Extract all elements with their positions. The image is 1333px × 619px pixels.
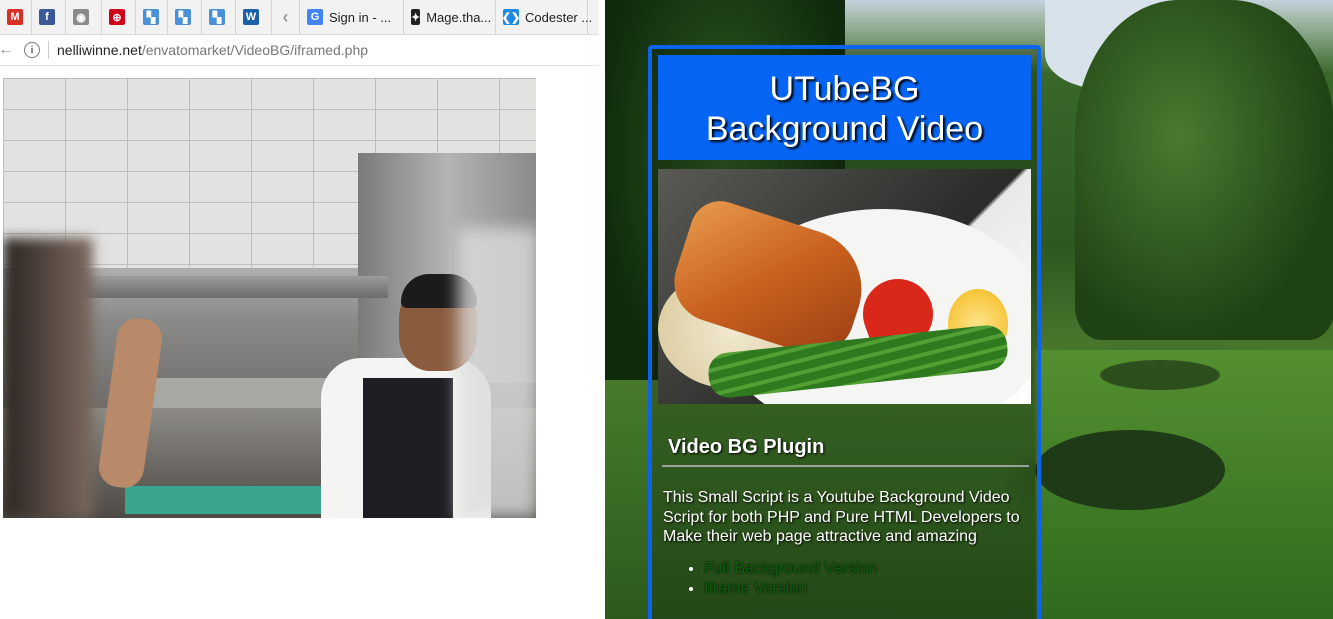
address-separator <box>48 41 49 59</box>
bookmark-item[interactable]: ✦ Mage.tha... <box>404 0 496 34</box>
bookmark-item[interactable]: ⊕ <box>102 0 136 34</box>
puzzle-icon: ▚ <box>143 9 159 25</box>
video-blurred-person <box>3 238 93 518</box>
list-item: Full Background Version <box>704 559 877 579</box>
back-arrow-icon[interactable]: ← <box>0 41 14 59</box>
bookmark-item[interactable]: M <box>0 0 32 34</box>
bookmark-label: Mage.tha... <box>426 9 492 25</box>
info-icon[interactable]: i <box>24 42 40 58</box>
address-bar[interactable]: ← i nelliwinne.net/envatomarket/VideoBG/… <box>0 35 598 66</box>
video-shelf <box>143 378 343 408</box>
browser-window: Mf ◉ ⊕ ▚ ▚ ▚ W ‹ G Sign in - ... ✦ Mage.tha... ❮❯ Cod… <box>0 0 604 619</box>
bee-icon: ✦ <box>411 9 421 25</box>
card-title-line1: UTubeBG <box>769 70 920 108</box>
gmail-icon: M <box>7 9 23 25</box>
url-domain: nelliwinne.net <box>57 42 142 58</box>
bg-flower-bed <box>1100 360 1220 390</box>
background-video-page: UTubeBG Background Video Video BG Plugin… <box>605 0 1333 619</box>
url-path: /envatomarket/VideoBG/iframed.php <box>141 42 369 58</box>
video-blur-foreground <box>458 228 536 518</box>
bg-flower-bed <box>1035 430 1225 510</box>
chevron-left-icon: ‹ <box>282 6 289 27</box>
bookmark-item[interactable]: G Sign in - ... <box>300 0 404 34</box>
bookmark-item[interactable]: W <box>236 0 272 34</box>
bookmark-item[interactable]: ◉ <box>66 0 102 34</box>
version-links: Full Background Version Iframe Version <box>666 559 877 598</box>
bookmark-item[interactable]: ‹ <box>272 0 300 34</box>
puzzle-icon: ▚ <box>209 9 225 25</box>
globe-icon: ◉ <box>73 9 89 25</box>
google-icon: G <box>307 9 323 25</box>
list-item: Iframe Version <box>704 579 877 599</box>
bookmark-label: Sign in - ... <box>329 9 392 25</box>
iframe-video-player[interactable] <box>3 78 536 518</box>
video-chef-apron <box>363 378 453 518</box>
bookmark-item[interactable]: ▚ <box>202 0 236 34</box>
full-background-link[interactable]: Full Background Version <box>704 560 877 577</box>
codester-icon: ❮❯ <box>502 9 520 25</box>
video-hood <box>63 276 388 298</box>
bookmark-label: Codester ... <box>525 9 593 25</box>
card-food-image <box>658 169 1031 404</box>
card-header: UTubeBG Background Video <box>658 55 1031 160</box>
bookmarks-bar: Mf ◉ ⊕ ▚ ▚ ▚ W ‹ G Sign in - ... ✦ Mage.tha... ❮❯ Cod… <box>0 0 598 35</box>
shield-icon: ⊕ <box>109 9 125 25</box>
facebook-icon: f <box>39 9 55 25</box>
bookmark-item[interactable]: ❮❯ Codester ... <box>496 0 592 34</box>
video-cutting-board <box>125 486 325 514</box>
plugin-heading: Video BG Plugin <box>662 436 1029 467</box>
bookmark-item[interactable]: f <box>32 0 66 34</box>
plugin-description: This Small Script is a Youtube Backgroun… <box>663 489 1020 545</box>
content-card: UTubeBG Background Video Video BG Plugin… <box>648 45 1041 619</box>
card-title-line2: Background Video <box>705 110 984 148</box>
puzzle-icon: ▚ <box>175 9 191 25</box>
wave-icon: W <box>243 9 259 25</box>
bookmark-item[interactable]: ▚ <box>136 0 168 34</box>
bg-trees-right <box>1075 0 1333 340</box>
iframe-version-link[interactable]: Iframe Version <box>704 580 807 597</box>
bookmark-item[interactable]: ▚ <box>168 0 202 34</box>
